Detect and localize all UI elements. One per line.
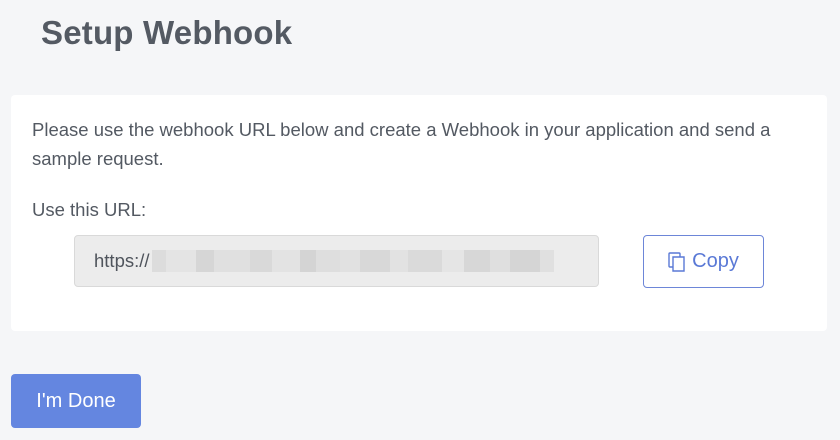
url-redacted-mask	[151, 250, 554, 272]
url-label: Use this URL:	[32, 199, 147, 220]
page-title: Setup Webhook	[41, 14, 293, 51]
webhook-card: Please use the webhook URL below and cre…	[11, 95, 827, 331]
setup-webhook-page: Setup Webhook Please use the webhook URL…	[0, 0, 840, 440]
instructions-text: Please use the webhook URL below and cre…	[32, 119, 771, 169]
copy-icon	[668, 251, 686, 272]
url-prefix: https://	[94, 250, 150, 271]
webhook-url-field[interactable]: https://	[74, 235, 599, 287]
im-done-button[interactable]: I'm Done	[11, 374, 141, 428]
copy-button[interactable]: Copy	[643, 235, 764, 288]
copy-button-label: Copy	[692, 250, 739, 272]
